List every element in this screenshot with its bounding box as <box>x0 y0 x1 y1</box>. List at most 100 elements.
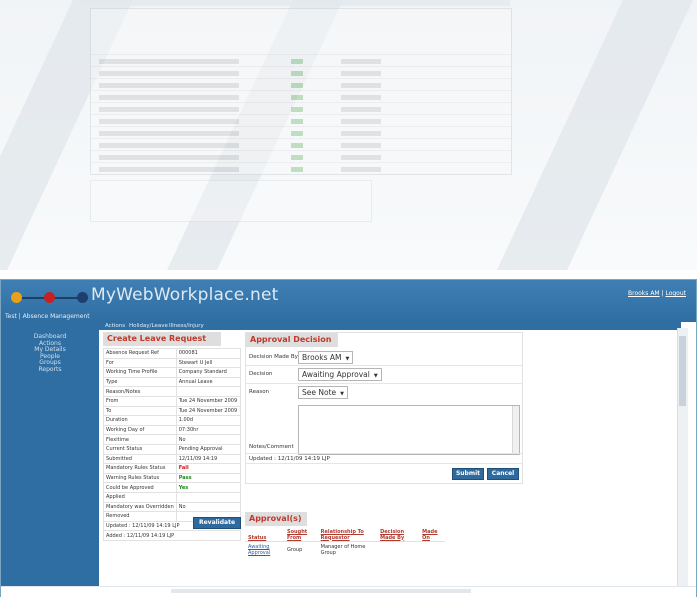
logout-link[interactable]: Logout <box>665 290 686 297</box>
leave-request-title: Create Leave Request <box>103 332 221 346</box>
approval-cell <box>419 541 445 558</box>
user-name-link[interactable]: Brooks AM <box>628 290 660 297</box>
decision-label: Decision <box>249 371 273 377</box>
approvals-column-header[interactable]: Decision Made By <box>377 529 419 542</box>
tab-illness-injury[interactable]: Illness/Injury <box>169 323 204 329</box>
leave-detail-value: Tue 24 November 2009 <box>175 395 242 407</box>
leave-detail-value: Yes <box>175 482 242 493</box>
leave-detail-row: Applied <box>103 491 242 503</box>
approvals-column-header[interactable]: Made On <box>419 529 445 542</box>
approvals-panel: Approval(s) Status Sought From Relationshi… <box>245 512 445 558</box>
approval-cell: Group <box>284 541 318 558</box>
tab-actions[interactable]: Actions <box>105 323 125 329</box>
reflection-table <box>90 8 512 175</box>
sidebar-item-reports[interactable]: Reports <box>1 366 99 374</box>
leave-detail-row: Submitted 12/11/09 14:19 <box>103 453 242 465</box>
leave-detail-value: No <box>175 501 242 513</box>
leave-detail-value: 1.00d <box>175 415 242 426</box>
header-bar: MyWebWorkplace.net Brooks AM | Logout Te… <box>1 280 696 322</box>
reflection-header <box>80 0 510 6</box>
leave-detail-label: For <box>103 357 177 369</box>
approval-decision-panel: Approval Decision Decision Made By Brook… <box>245 332 523 484</box>
decision-made-by-label: Decision Made By <box>249 354 298 360</box>
leave-detail-label: From <box>103 395 177 407</box>
tab-holiday-leave[interactable]: Holiday/Leave <box>129 323 168 329</box>
status-bar <box>1 586 696 597</box>
brand-name: MyWebWorkplace.net <box>91 285 279 305</box>
leave-detail-label: Absence Request Ref <box>103 348 177 359</box>
cancel-button[interactable]: Cancel <box>487 468 519 480</box>
revalidate-button[interactable]: Revalidate <box>193 517 241 529</box>
notes-scrollbar[interactable] <box>512 406 519 454</box>
leave-detail-row: To Tue 24 November 2009 <box>103 405 242 417</box>
leave-detail-row: Warning Rules Status Pass <box>103 472 242 484</box>
tab-bar: Actions Holiday/Leave Illness/Injury <box>99 322 681 330</box>
leave-request-panel: Create Leave Request Absence Request Ref… <box>103 332 242 541</box>
approval-cell: Awaiting Approval <box>245 541 285 558</box>
leave-details-table: Absence Request Ref 000081 For Stewart U Je… <box>103 348 242 541</box>
chevron-down-icon: ▼ <box>340 391 344 397</box>
decision-updated: Updated : 12/11/09 14:19 LJP <box>249 456 330 462</box>
leave-detail-label: Could be Approved <box>103 482 177 493</box>
leave-added: Added : 12/11/09 14:19 LJP <box>103 530 241 541</box>
leave-detail-label: Warning Rules Status <box>103 472 177 484</box>
approval-decision-title: Approval Decision <box>246 333 338 347</box>
leave-detail-value: Annual Leave <box>175 376 242 388</box>
app-subtitle: Test | Absence Management <box>5 313 90 320</box>
leave-detail-value: Pass <box>175 472 242 484</box>
app-window: MyWebWorkplace.net Brooks AM | Logout Te… <box>0 279 697 597</box>
notes-label: Notes/Comment <box>249 444 294 450</box>
decision-value: Awaiting Approval <box>302 370 370 379</box>
main-content: Actions Holiday/Leave Illness/Injury Cre… <box>99 322 681 596</box>
notes-textarea[interactable] <box>298 405 520 455</box>
leave-detail-row: Mandatory was Overridden No <box>103 501 242 513</box>
reflection-panel <box>90 180 372 222</box>
sidebar: Dashboard Actions My Details People Grou… <box>1 322 99 596</box>
leave-detail-value: Company Standard <box>175 367 242 378</box>
leave-detail-value: Fail <box>175 463 242 474</box>
logo <box>11 292 89 304</box>
approval-status-link[interactable]: Awaiting Approval <box>248 544 270 556</box>
leave-detail-row: From Tue 24 November 2009 <box>103 395 242 407</box>
leave-detail-label: Duration <box>103 415 177 426</box>
logo-dot-2 <box>44 292 55 303</box>
leave-detail-value: 12/11/09 14:19 <box>175 453 242 465</box>
leave-detail-label: Working Day of <box>103 424 177 436</box>
leave-detail-row: Working Day of 07:30hr <box>103 424 242 436</box>
user-links: Brooks AM | Logout <box>628 290 686 297</box>
leave-detail-value: No <box>175 434 242 445</box>
scrollbar-thumb[interactable] <box>679 336 686 406</box>
leave-detail-row: Could be Approved Yes <box>103 482 242 493</box>
decision-select[interactable]: Awaiting Approval ▼ <box>298 368 382 381</box>
leave-detail-value: Pending Approval <box>175 443 242 455</box>
chevron-down-icon: ▼ <box>373 373 378 379</box>
leave-detail-row: Current Status Pending Approval <box>103 443 242 455</box>
leave-detail-row: Flexitime No <box>103 434 242 445</box>
leave-detail-row: Duration 1.00d <box>103 415 242 426</box>
approvals-column-header[interactable]: Relationship To Requestor <box>318 529 377 542</box>
reason-select[interactable]: See Note ▼ <box>298 386 348 399</box>
leave-detail-value: 000081 <box>175 348 242 359</box>
decision-made-by-value: Brooks AM <box>302 353 342 362</box>
vertical-scrollbar[interactable] <box>677 328 688 591</box>
leave-detail-value: Stewart U Jell <box>175 357 242 369</box>
approvals-column-header[interactable]: Status <box>245 530 284 542</box>
leave-detail-label: Reason/Notes <box>103 386 177 397</box>
leave-detail-label: Current Status <box>103 443 177 455</box>
leave-detail-label: Working Time Profile <box>103 367 177 378</box>
leave-detail-row: Type Annual Leave <box>103 376 242 388</box>
approvals-table: Status Sought From Relationship To Request… <box>245 529 445 558</box>
approvals-column-header[interactable]: Sought From <box>284 529 318 542</box>
leave-detail-value: Tue 24 November 2009 <box>175 405 242 417</box>
leave-detail-row: For Stewart U Jell <box>103 357 242 369</box>
submit-button[interactable]: Submit <box>452 468 484 480</box>
approval-row: Awaiting Approval Group Manager of Home Gr… <box>245 541 445 558</box>
logo-dot-3 <box>77 292 88 303</box>
leave-detail-row: Absence Request Ref 000081 <box>103 348 242 359</box>
reason-label: Reason <box>249 389 270 395</box>
approval-cell <box>377 541 420 558</box>
leave-detail-value <box>175 386 242 397</box>
decision-made-by-select[interactable]: Brooks AM ▼ <box>298 351 354 364</box>
approvals-title: Approval(s) <box>245 512 307 526</box>
chevron-down-icon: ▼ <box>345 356 350 362</box>
